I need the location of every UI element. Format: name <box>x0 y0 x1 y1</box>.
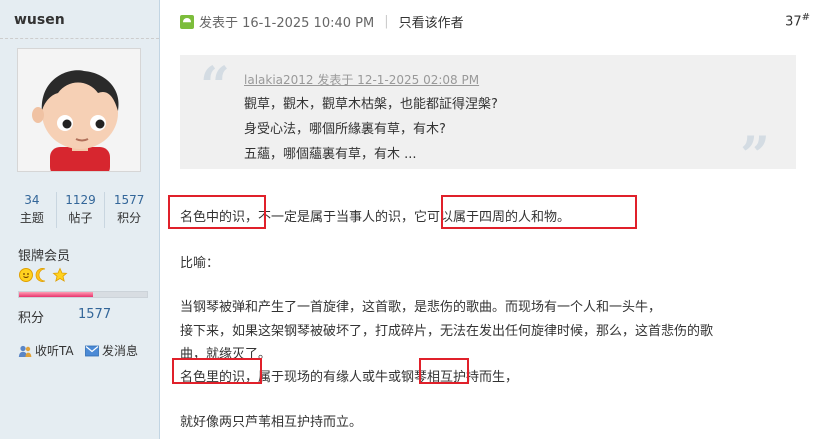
online-status-icon <box>180 14 194 29</box>
quote-line: 五蘊，哪個蘊裏有草，有木 ... <box>244 147 417 162</box>
quote-block: “ ” lalakia2012 发表于 12-1-2025 02:08 PM 觀… <box>180 55 796 183</box>
avatar-cartoon-boy-icon <box>18 49 140 171</box>
highlight-box <box>172 358 262 384</box>
sun-icon <box>19 268 33 282</box>
level-progress-bar <box>18 291 148 298</box>
body-line: 当钢琴被弹和产生了一首旋律，这首歌，是悲伤的歌曲。而现场有一个人和一头牛， <box>180 300 662 315</box>
quote-line: 觀草，觀木，觀草木枯槃，也能都証得涅槃? <box>244 97 498 112</box>
stat-credits-label: 积分 <box>117 211 142 225</box>
users-icon <box>18 345 32 357</box>
post-content: 发表于 16-1-2025 10:40 PM | 只看该作者 37# “ ” l… <box>160 0 840 439</box>
body-line: 接下来，如果这架钢琴被破坏了，打成碎片，无法在发出任何旋律时候，那么，这首悲伤的… <box>180 324 714 339</box>
highlight-box <box>168 195 266 229</box>
points-value[interactable]: 1577 <box>78 307 111 322</box>
send-message-button[interactable]: 发消息 <box>85 342 138 359</box>
post-time: 发表于 16-1-2025 10:40 PM <box>199 16 375 31</box>
floor-value[interactable]: 37 <box>785 14 802 29</box>
quote-line: 身受心法，哪個所緣裏有草，有木? <box>244 122 446 137</box>
username[interactable]: wusen <box>14 12 65 28</box>
divider <box>0 38 159 39</box>
floor-mark: # <box>801 12 810 23</box>
only-author-link[interactable]: 只看该作者 <box>399 12 464 31</box>
stat-threads[interactable]: 34 主题 <box>8 192 57 228</box>
user-rank[interactable]: 银牌会员 <box>18 245 70 264</box>
user-sidebar: wusen 34 主题 1129 帖子 1577 积分 银牌会员 积分 1577… <box>0 0 160 439</box>
open-quote-icon: “ <box>200 56 230 117</box>
highlight-box <box>419 358 469 384</box>
follow-label[interactable]: 收听TA <box>35 342 74 359</box>
close-quote-icon: ” <box>740 126 770 187</box>
stat-credits-value[interactable]: 1577 <box>105 192 153 208</box>
quote-author-link[interactable]: lalakia2012 发表于 12-1-2025 02:08 PM <box>244 71 479 88</box>
avatar[interactable] <box>17 48 141 172</box>
stat-credits[interactable]: 1577 积分 <box>105 192 153 228</box>
points-label: 积分 <box>18 311 45 326</box>
stat-posts-value[interactable]: 1129 <box>57 192 105 208</box>
body-line: 就好像两只芦苇相互护持而立。 <box>180 415 363 430</box>
stat-threads-label: 主题 <box>19 211 44 225</box>
body-line: 比喻： <box>180 256 220 271</box>
floor-number[interactable]: 37# <box>785 12 810 29</box>
stat-posts[interactable]: 1129 帖子 <box>57 192 106 228</box>
medals <box>18 267 70 287</box>
highlight-box <box>441 195 637 229</box>
star-icon <box>52 267 68 282</box>
user-stats: 34 主题 1129 帖子 1577 积分 <box>8 192 153 228</box>
stat-posts-label: 帖子 <box>68 211 93 225</box>
envelope-icon <box>85 345 99 356</box>
follow-button[interactable]: 收听TA <box>18 342 74 359</box>
header-separator: | <box>384 14 389 29</box>
level-progress-fill <box>19 292 94 297</box>
message-label[interactable]: 发消息 <box>102 342 138 359</box>
moon-icon <box>35 268 46 282</box>
stat-threads-value[interactable]: 34 <box>8 192 56 208</box>
post-header: 发表于 16-1-2025 10:40 PM | 只看该作者 <box>180 12 464 31</box>
